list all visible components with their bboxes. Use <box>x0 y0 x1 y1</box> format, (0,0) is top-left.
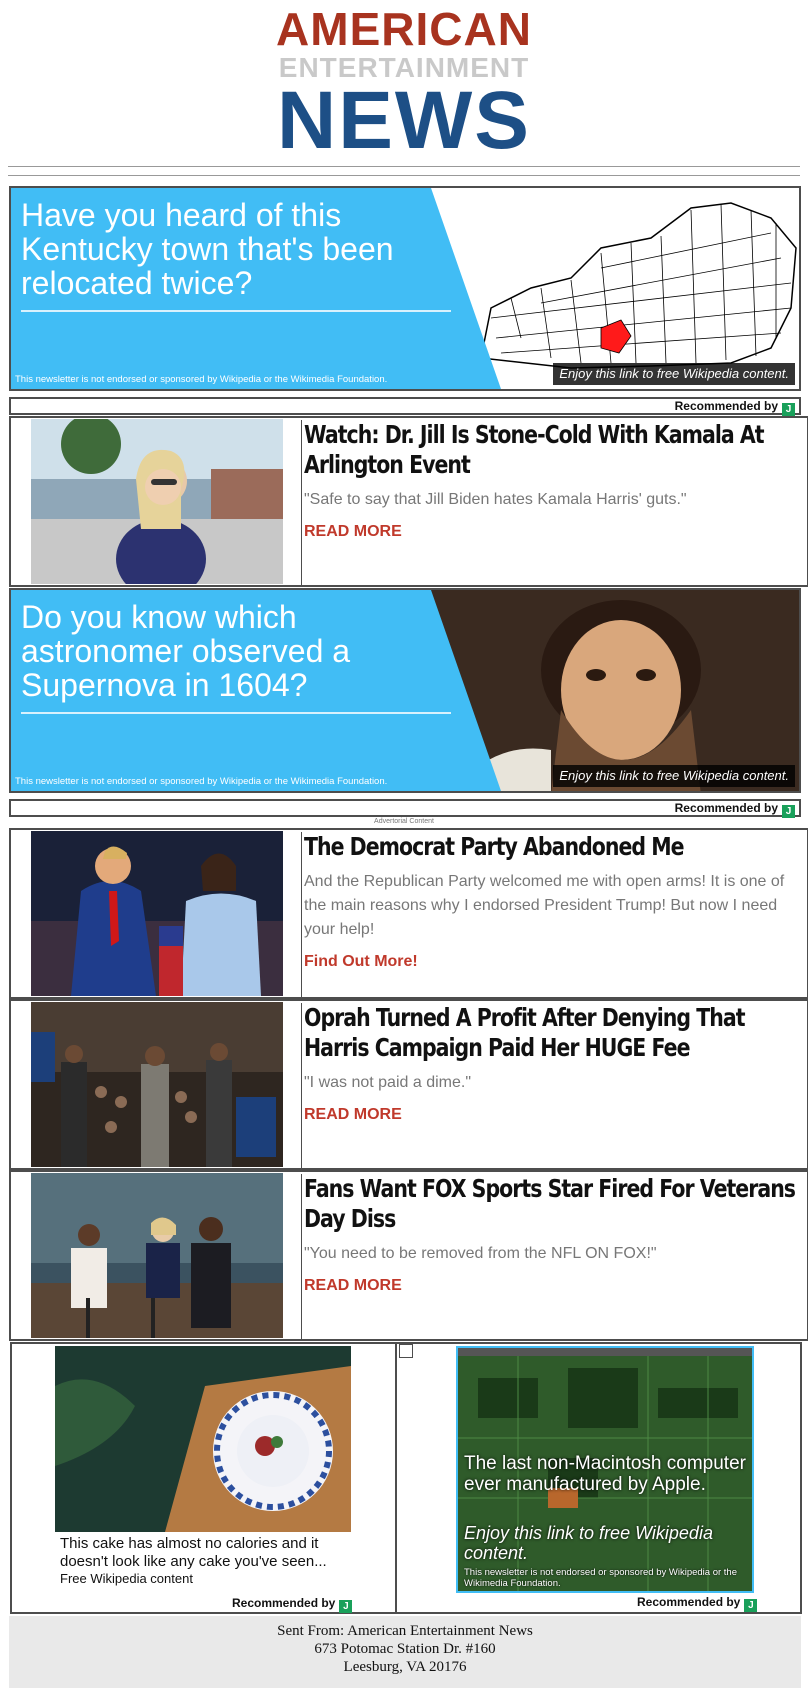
article-text: Fans Want FOX Sports Star Fired For Vete… <box>301 1174 803 1339</box>
recommended-label: Recommended by <box>674 399 778 413</box>
footer-sender: Sent From: American Entertainment News <box>277 1623 533 1639</box>
divider <box>8 166 800 167</box>
recommended-label: Recommended by <box>674 801 778 815</box>
article-excerpt: "I was not paid a dime." <box>304 1074 471 1091</box>
advertorial-label: Advertorial Content <box>374 818 434 825</box>
wikipedia-ad-astronomer[interactable]: Do you know which astronomer observed a … <box>9 588 801 793</box>
article-row[interactable]: Fans Want FOX Sports Star Fired For Vete… <box>9 1170 808 1341</box>
article-title[interactable]: Fans Want FOX Sports Star Fired For Vete… <box>304 1174 803 1234</box>
recommended-label: Recommended by <box>232 1596 336 1610</box>
apple-ad-caption: Enjoy this link to free Wikipedia conten… <box>464 1523 713 1563</box>
masthead-logo[interactable]: AMERICAN ENTERTAINMENT NEWS <box>0 0 808 165</box>
find-out-more-link[interactable]: Find Out More! <box>304 953 418 970</box>
divider <box>8 175 800 176</box>
article-excerpt: "Safe to say that Jill Biden hates Kamal… <box>304 491 687 508</box>
read-more-link[interactable]: READ MORE <box>304 1106 402 1123</box>
ad-disclaimer: This newsletter is not endorsed or spons… <box>15 776 388 787</box>
article-text: Watch: Dr. Jill Is Stone-Cold With Kamal… <box>301 420 803 585</box>
article-excerpt: "You need to be removed from the NFL ON … <box>304 1245 657 1262</box>
article-text: The Democrat Party Abandoned Me And the … <box>301 832 803 997</box>
recommender-logo-icon: J <box>782 805 795 818</box>
apple-ad-headline: The last non-Macintosh computer ever man… <box>464 1453 746 1495</box>
article-title[interactable]: The Democrat Party Abandoned Me <box>304 832 803 862</box>
recommended-by[interactable]: Recommended by J <box>9 397 801 416</box>
article-row[interactable]: The Democrat Party Abandoned Me And the … <box>9 828 808 999</box>
ad-disclaimer: This newsletter is not endorsed or spons… <box>15 374 388 385</box>
kentucky-map-image <box>480 202 797 369</box>
article-photo[interactable] <box>31 419 283 584</box>
logo-american: AMERICAN <box>276 3 532 55</box>
divider <box>21 310 451 312</box>
recommended-label: Recommended by <box>637 1595 741 1609</box>
recommended-by[interactable]: Recommended by J <box>9 799 801 818</box>
article-photo[interactable] <box>31 1002 283 1167</box>
logo-news: NEWS <box>277 75 531 166</box>
recommended-pair: This cake has almost no calories and it … <box>10 1342 802 1614</box>
recommender-logo-icon: J <box>339 1600 353 1613</box>
article-photo[interactable] <box>31 831 283 996</box>
cake-ad-text[interactable]: This cake has almost no calories and it … <box>60 1535 360 1571</box>
ad-caption: Enjoy this link to free Wikipedia conten… <box>553 765 795 787</box>
cake-photo[interactable] <box>55 1346 351 1532</box>
read-more-link[interactable]: READ MORE <box>304 523 402 540</box>
footer-address: Sent From: American Entertainment News 6… <box>9 1616 801 1688</box>
article-excerpt: And the Republican Party welcomed me wit… <box>304 873 785 938</box>
placeholder-box <box>399 1344 413 1358</box>
article-photo[interactable] <box>31 1173 283 1338</box>
article-text: Oprah Turned A Profit After Denying That… <box>301 1003 803 1168</box>
ad-caption: Enjoy this link to free Wikipedia conten… <box>553 363 795 385</box>
apple-ad-disclaimer: This newsletter is not endorsed or spons… <box>464 1567 737 1589</box>
ad-question: Do you know which astronomer observed a … <box>21 599 351 703</box>
article-row[interactable]: Oprah Turned A Profit After Denying That… <box>9 999 808 1170</box>
recommended-by[interactable]: Recommended by J <box>637 1595 758 1612</box>
wikipedia-ad-kentucky[interactable]: Have you heard of this Kentucky town tha… <box>9 186 801 391</box>
article-title[interactable]: Watch: Dr. Jill Is Stone-Cold With Kamal… <box>304 420 803 480</box>
ad-question: Have you heard of this Kentucky town tha… <box>21 197 394 301</box>
footer-street: 673 Potomac Station Dr. #160 <box>314 1641 496 1657</box>
footer-city: Leesburg, VA 20176 <box>343 1659 467 1675</box>
recommender-logo-icon: J <box>744 1599 758 1612</box>
article-row[interactable]: Watch: Dr. Jill Is Stone-Cold With Kamal… <box>9 416 808 587</box>
divider <box>21 712 451 714</box>
apple-computer-ad[interactable]: The last non-Macintosh computer ever man… <box>456 1346 754 1593</box>
cake-ad-source: Free Wikipedia content <box>60 1571 193 1586</box>
recommender-logo-icon: J <box>782 403 795 416</box>
read-more-link[interactable]: READ MORE <box>304 1277 402 1294</box>
divider <box>395 1344 397 1612</box>
article-title[interactable]: Oprah Turned A Profit After Denying That… <box>304 1003 803 1063</box>
recommended-by[interactable]: Recommended by J <box>232 1596 353 1613</box>
